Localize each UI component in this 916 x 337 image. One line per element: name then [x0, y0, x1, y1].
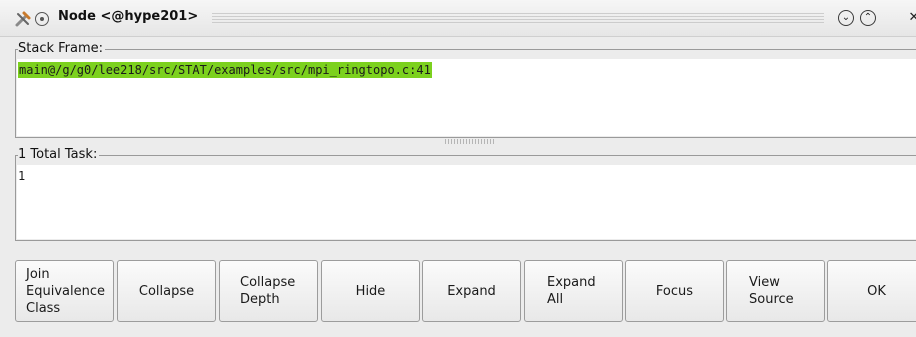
hide-button[interactable]: Hide	[321, 260, 420, 322]
stack-frame-item[interactable]: main@/g/g0/lee218/src/STAT/examples/src/…	[18, 62, 432, 78]
title-bar[interactable]: Node <@hype201> ⌄ ⌃ ✕	[0, 0, 916, 37]
task-item[interactable]: 1	[18, 168, 25, 184]
title-bar-grip	[212, 13, 824, 24]
view-source-button[interactable]: View Source	[726, 260, 825, 322]
pin-icon[interactable]	[35, 12, 49, 26]
total-tasks-label: 1 Total Task:	[18, 147, 100, 163]
expand-all-button[interactable]: Expand All	[524, 260, 623, 322]
stack-frame-list[interactable]: main@/g/g0/lee218/src/STAT/examples/src/…	[17, 59, 916, 136]
maximize-button[interactable]: ⌃	[860, 10, 876, 26]
tasks-group: 1 Total Task: 1	[15, 147, 916, 241]
task-list[interactable]: 1	[17, 165, 916, 239]
join-equivalence-class-button[interactable]: Join Equivalence Class	[15, 260, 114, 322]
action-button-row: Join Equivalence Class Collapse Collapse…	[15, 260, 916, 322]
collapse-depth-button[interactable]: Collapse Depth	[219, 260, 318, 322]
tools-icon[interactable]	[14, 10, 32, 28]
expand-button[interactable]: Expand	[422, 260, 521, 322]
stack-frame-label: Stack Frame:	[18, 41, 106, 57]
minimize-button[interactable]: ⌄	[838, 10, 854, 26]
window-title: Node <@hype201>	[58, 9, 199, 24]
stack-frame-group: Stack Frame: main@/g/g0/lee218/src/STAT/…	[15, 41, 916, 138]
collapse-button[interactable]: Collapse	[117, 260, 216, 322]
ok-button[interactable]: OK	[827, 260, 916, 322]
close-button[interactable]: ✕	[906, 10, 916, 26]
splitter-handle[interactable]	[445, 139, 495, 144]
focus-button[interactable]: Focus	[625, 260, 724, 322]
